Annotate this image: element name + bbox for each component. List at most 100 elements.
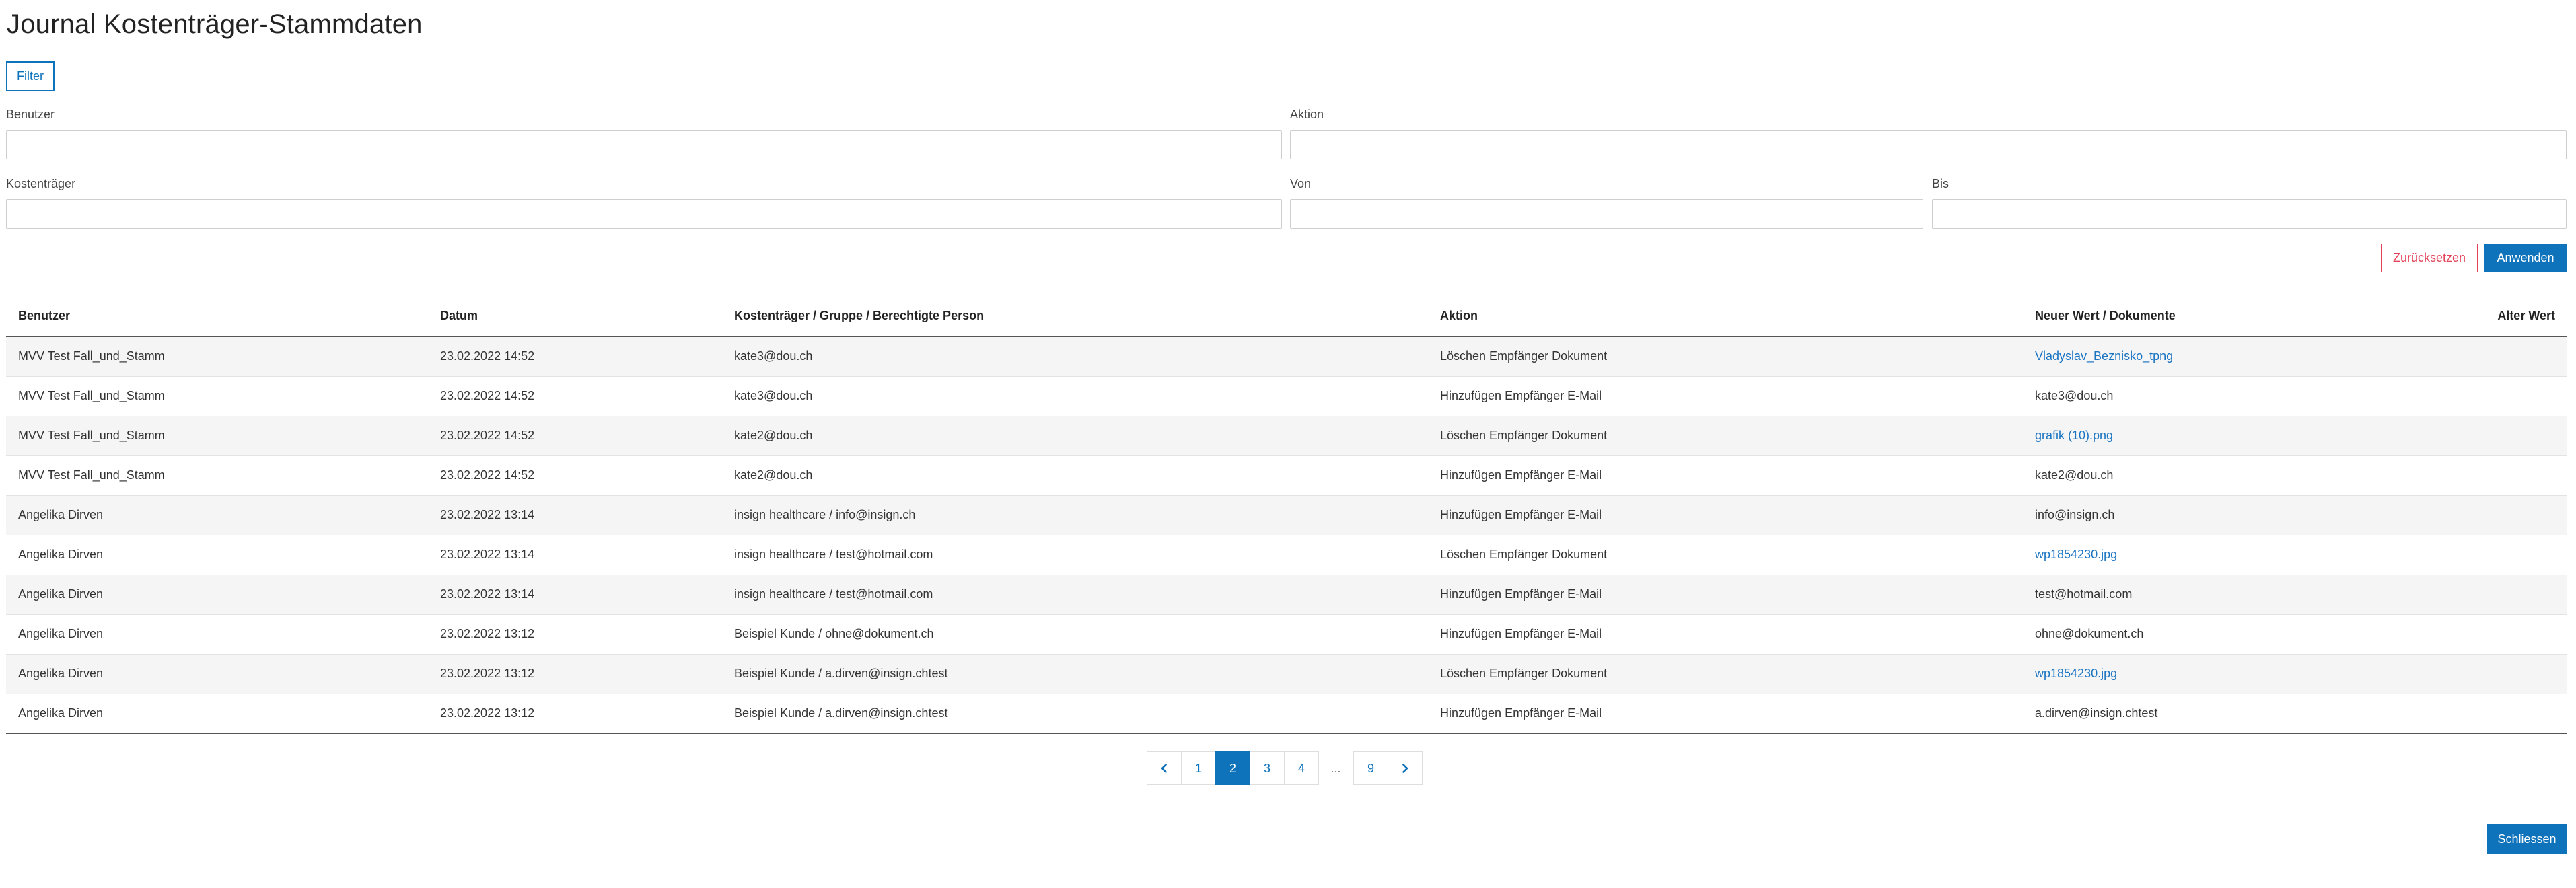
cell-kostentraeger: kate2@dou.ch — [722, 455, 1428, 496]
cell-benutzer: Angelika Dirven — [6, 614, 428, 655]
cell-aktion: Hinzufügen Empfänger E-Mail — [1428, 455, 2023, 496]
cell-aktion: Löschen Empfänger Dokument — [1428, 336, 2023, 377]
cell-datum: 23.02.2022 14:52 — [428, 336, 722, 377]
cell-aktion: Hinzufügen Empfänger E-Mail — [1428, 694, 2023, 734]
kostentraeger-filter-input[interactable] — [6, 199, 1282, 229]
cell-aktion: Löschen Empfänger Dokument — [1428, 535, 2023, 575]
cell-aktion: Löschen Empfänger Dokument — [1428, 416, 2023, 456]
cell-datum: 23.02.2022 13:14 — [428, 575, 722, 615]
cell-datum: 23.02.2022 14:52 — [428, 376, 722, 416]
cell-aktion: Löschen Empfänger Dokument — [1428, 654, 2023, 694]
cell-alter-wert — [2463, 654, 2567, 694]
chevron-right-icon — [1402, 764, 1408, 773]
cell-neuer-wert: wp1854230.jpg — [2023, 654, 2463, 694]
page-button-3[interactable]: 3 — [1250, 751, 1285, 785]
page-button-4[interactable]: 4 — [1284, 751, 1319, 785]
table-row: MVV Test Fall_und_Stamm 23.02.2022 14:52… — [6, 416, 2567, 456]
cell-alter-wert — [2463, 694, 2567, 734]
cell-benutzer: MVV Test Fall_und_Stamm — [6, 455, 428, 496]
cell-benutzer: Angelika Dirven — [6, 495, 428, 535]
cell-alter-wert — [2463, 376, 2567, 416]
document-link[interactable]: wp1854230.jpg — [2035, 548, 2117, 561]
cell-aktion: Hinzufügen Empfänger E-Mail — [1428, 614, 2023, 655]
cell-neuer-wert: kate2@dou.ch — [2023, 455, 2463, 496]
table-row: Angelika Dirven 23.02.2022 13:12 Beispie… — [6, 694, 2567, 734]
cell-benutzer: Angelika Dirven — [6, 694, 428, 734]
page-button-2-current[interactable]: 2 — [1215, 751, 1250, 785]
reset-button[interactable]: Zurücksetzen — [2381, 244, 2478, 272]
cell-benutzer: MVV Test Fall_und_Stamm — [6, 376, 428, 416]
cell-neuer-wert: Vladyslav_Beznisko_tpng — [2023, 336, 2463, 377]
column-header-datum[interactable]: Datum — [428, 296, 722, 337]
page-button-1[interactable]: 1 — [1181, 751, 1216, 785]
table-row: Angelika Dirven 23.02.2022 13:14 insign … — [6, 495, 2567, 535]
cell-benutzer: Angelika Dirven — [6, 535, 428, 575]
table-row: MVV Test Fall_und_Stamm 23.02.2022 14:52… — [6, 336, 2567, 377]
kostentraeger-filter-label: Kostenträger — [6, 177, 76, 190]
document-link[interactable]: grafik (10).png — [2035, 429, 2113, 442]
journal-table: Benutzer Datum Kostenträger / Gruppe / B… — [6, 296, 2567, 734]
cell-benutzer: Angelika Dirven — [6, 575, 428, 615]
chevron-left-icon — [1161, 764, 1167, 773]
cell-neuer-wert: info@insign.ch — [2023, 495, 2463, 535]
cell-datum: 23.02.2022 13:14 — [428, 535, 722, 575]
column-header-aktion[interactable]: Aktion — [1428, 296, 2023, 337]
table-row: Angelika Dirven 23.02.2022 13:14 insign … — [6, 535, 2567, 575]
cell-neuer-wert: kate3@dou.ch — [2023, 376, 2463, 416]
cell-alter-wert — [2463, 455, 2567, 496]
cell-alter-wert — [2463, 575, 2567, 615]
cell-kostentraeger: insign healthcare / test@hotmail.com — [722, 575, 1428, 615]
table-row: MVV Test Fall_und_Stamm 23.02.2022 14:52… — [6, 376, 2567, 416]
benutzer-filter-input[interactable] — [6, 130, 1282, 159]
table-row: MVV Test Fall_und_Stamm 23.02.2022 14:52… — [6, 455, 2567, 496]
column-header-neuer-wert[interactable]: Neuer Wert / Dokumente — [2023, 296, 2463, 337]
cell-benutzer: MVV Test Fall_und_Stamm — [6, 416, 428, 456]
table-row: Angelika Dirven 23.02.2022 13:12 Beispie… — [6, 614, 2567, 655]
pagination: 1 2 3 4 ... 9 — [1147, 751, 1423, 785]
cell-kostentraeger: kate3@dou.ch — [722, 376, 1428, 416]
cell-kostentraeger: Beispiel Kunde / a.dirven@insign.chtest — [722, 694, 1428, 734]
benutzer-filter-label: Benutzer — [6, 108, 55, 121]
cell-neuer-wert: grafik (10).png — [2023, 416, 2463, 456]
cell-alter-wert — [2463, 535, 2567, 575]
cell-benutzer: Angelika Dirven — [6, 654, 428, 694]
von-date-label: Von — [1290, 177, 1312, 190]
cell-alter-wert — [2463, 416, 2567, 456]
cell-kostentraeger: insign healthcare / test@hotmail.com — [722, 535, 1428, 575]
cell-datum: 23.02.2022 14:52 — [428, 416, 722, 456]
cell-datum: 23.02.2022 13:12 — [428, 694, 722, 734]
column-header-benutzer[interactable]: Benutzer — [6, 296, 428, 337]
next-page-button[interactable] — [1388, 751, 1423, 785]
cell-kostentraeger: insign healthcare / info@insign.ch — [722, 495, 1428, 535]
cell-datum: 23.02.2022 13:12 — [428, 654, 722, 694]
filter-toggle-button[interactable]: Filter — [6, 61, 55, 91]
page-ellipsis: ... — [1330, 761, 1341, 775]
cell-datum: 23.02.2022 13:12 — [428, 614, 722, 655]
cell-kostentraeger: Beispiel Kunde / ohne@dokument.ch — [722, 614, 1428, 655]
page-button-9[interactable]: 9 — [1353, 751, 1388, 785]
cell-kostentraeger: Beispiel Kunde / a.dirven@insign.chtest — [722, 654, 1428, 694]
column-header-alter-wert[interactable]: Alter Wert — [2463, 296, 2567, 337]
aktion-filter-input[interactable] — [1290, 130, 2567, 159]
close-button[interactable]: Schliessen — [2487, 824, 2567, 854]
cell-alter-wert — [2463, 336, 2567, 377]
apply-button[interactable]: Anwenden — [2484, 244, 2567, 272]
table-header-row: Benutzer Datum Kostenträger / Gruppe / B… — [6, 296, 2567, 337]
previous-page-button[interactable] — [1147, 751, 1182, 785]
document-link[interactable]: wp1854230.jpg — [2035, 667, 2117, 680]
cell-datum: 23.02.2022 13:14 — [428, 495, 722, 535]
bis-date-label: Bis — [1932, 177, 1949, 190]
bis-date-input[interactable] — [1932, 199, 2567, 229]
column-header-kostentraeger[interactable]: Kostenträger / Gruppe / Berechtigte Pers… — [722, 296, 1428, 337]
table-row: Angelika Dirven 23.02.2022 13:14 insign … — [6, 575, 2567, 615]
cell-kostentraeger: kate3@dou.ch — [722, 336, 1428, 377]
cell-aktion: Hinzufügen Empfänger E-Mail — [1428, 376, 2023, 416]
cell-kostentraeger: kate2@dou.ch — [722, 416, 1428, 456]
cell-alter-wert — [2463, 495, 2567, 535]
cell-alter-wert — [2463, 614, 2567, 655]
aktion-filter-label: Aktion — [1290, 108, 1324, 121]
von-date-input[interactable] — [1290, 199, 1923, 229]
cell-neuer-wert: ohne@dokument.ch — [2023, 614, 2463, 655]
document-link[interactable]: Vladyslav_Beznisko_tpng — [2035, 349, 2173, 363]
page-title: Journal Kostenträger-Stammdaten — [7, 9, 423, 39]
